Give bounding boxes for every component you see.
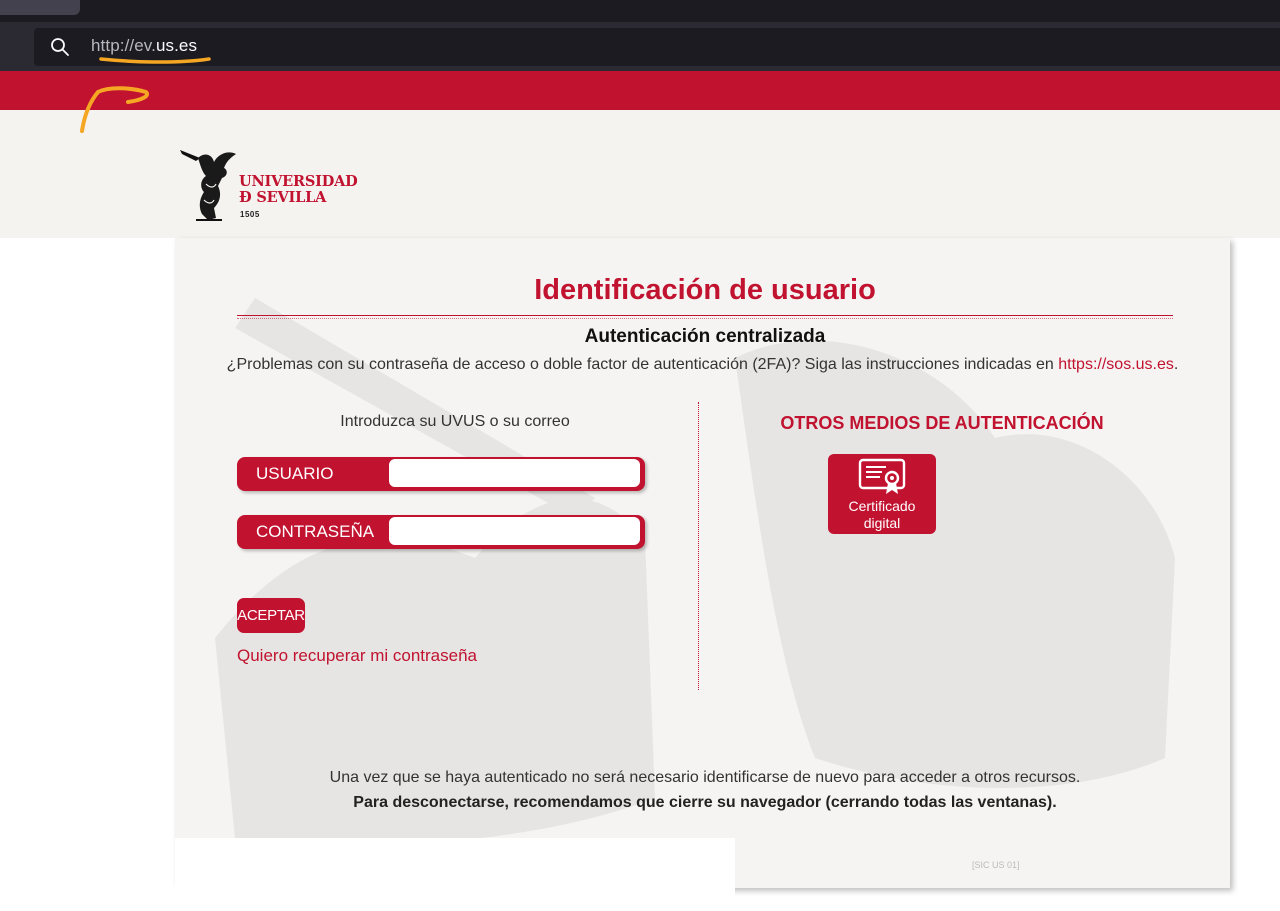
- help-text-end: .: [1173, 356, 1179, 373]
- password-input[interactable]: [388, 516, 641, 546]
- browser-tab-active[interactable]: [0, 0, 80, 15]
- certificate-label-line2: digital: [863, 515, 901, 531]
- address-bar[interactable]: http://ev.us.es: [34, 28, 1280, 66]
- giralda-emblem-icon: [180, 150, 236, 221]
- logo-line1: UNIVERSIDAD: [239, 173, 358, 190]
- logo-line2: Ð SEVILLA: [239, 189, 327, 206]
- column-divider: [698, 402, 699, 690]
- browser-toolbar: http://ev.us.es: [0, 22, 1280, 71]
- certificate-label-line1: Certificado: [848, 498, 916, 514]
- site-header: UNIVERSIDAD Ð SEVILLA 1505: [0, 110, 1280, 238]
- page-title: Identificación de usuario: [534, 274, 876, 306]
- certificate-label: Certificado digital: [828, 498, 936, 532]
- username-field: USUARIO: [237, 457, 645, 491]
- title-divider-dotted: [237, 318, 1173, 319]
- page-code: [SIC US 01]: [972, 860, 1020, 870]
- digital-certificate-button[interactable]: Certificado digital: [828, 454, 936, 534]
- address-bar-url[interactable]: http://ev.us.es: [91, 36, 197, 56]
- help-text-body: ¿Problemas con su contraseña de acceso o…: [226, 356, 1059, 373]
- title-divider: [237, 315, 1173, 316]
- help-text: ¿Problemas con su contraseña de acceso o…: [175, 356, 1230, 374]
- university-logo[interactable]: UNIVERSIDAD Ð SEVILLA 1505: [178, 144, 358, 224]
- password-label: CONTRASEÑA: [256, 522, 375, 541]
- recover-password-link[interactable]: Quiero recuperar mi contraseña: [237, 646, 477, 666]
- card-notch: [175, 838, 735, 898]
- login-intro: Introduzca su UVUS o su correo: [340, 413, 570, 430]
- logo-wordmark: UNIVERSIDAD Ð SEVILLA: [239, 174, 358, 206]
- username-label: USUARIO: [256, 464, 334, 483]
- username-input[interactable]: [388, 458, 641, 488]
- sos-link[interactable]: https://sos.us.es: [1058, 356, 1174, 373]
- page-subtitle: Autenticación centralizada: [584, 326, 826, 347]
- password-field: CONTRASEÑA: [237, 515, 645, 549]
- search-icon: [51, 38, 69, 56]
- other-methods-title: OTROS MEDIOS DE AUTENTICACIÓN: [780, 413, 1104, 433]
- browser-tab-strip: [0, 0, 1280, 22]
- url-scheme: http://ev.: [91, 36, 156, 55]
- certificate-icon: [858, 458, 906, 494]
- session-note: Una vez que se haya autenticado no será …: [329, 769, 1081, 786]
- url-domain: us.es: [155, 36, 198, 55]
- accept-button[interactable]: ACEPTAR: [237, 598, 305, 633]
- logo-year: 1505: [240, 210, 260, 219]
- logout-note: Para desconectarse, recomendamos que cie…: [353, 794, 1057, 811]
- site-top-bar: [0, 71, 1280, 110]
